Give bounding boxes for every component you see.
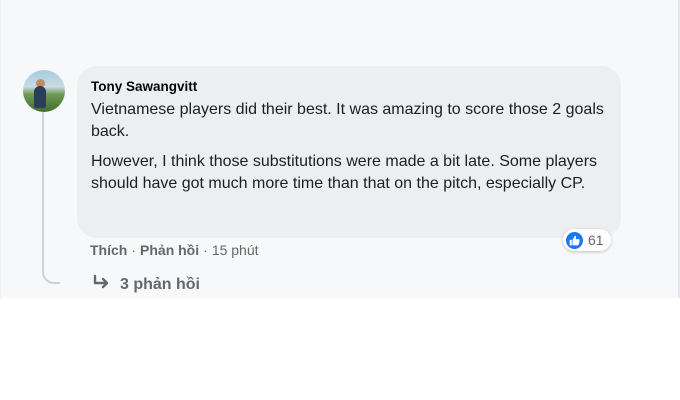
reply-thread-line [42,112,60,284]
like-icon [566,231,583,249]
avatar-figure [34,86,46,108]
comment-timestamp[interactable]: 15 phút [212,241,259,259]
comment-actions: Thích · Phản hồi · 15 phút [90,241,259,259]
reaction-count: 61 [588,232,604,248]
reply-arrow-icon [92,274,112,295]
view-replies-label: 3 phản hồi [120,275,200,293]
comment-author[interactable]: Tony Sawangvitt [91,79,197,95]
separator-dot: · [131,242,137,258]
comment-paragraph: However, I think those substitutions wer… [91,153,598,192]
like-link[interactable]: Thích [90,241,127,259]
comment-paragraph: Vietnamese players did their best. It wa… [91,101,604,140]
separator-dot: · [203,242,208,258]
reply-link[interactable]: Phản hồi [140,241,199,259]
view-replies-button[interactable]: 3 phản hồi [92,274,200,295]
comment-bubble: Tony Sawangvitt Vietnamese players did t… [77,66,621,238]
author-avatar[interactable] [23,70,65,112]
reaction-summary[interactable]: 61 [563,229,611,251]
